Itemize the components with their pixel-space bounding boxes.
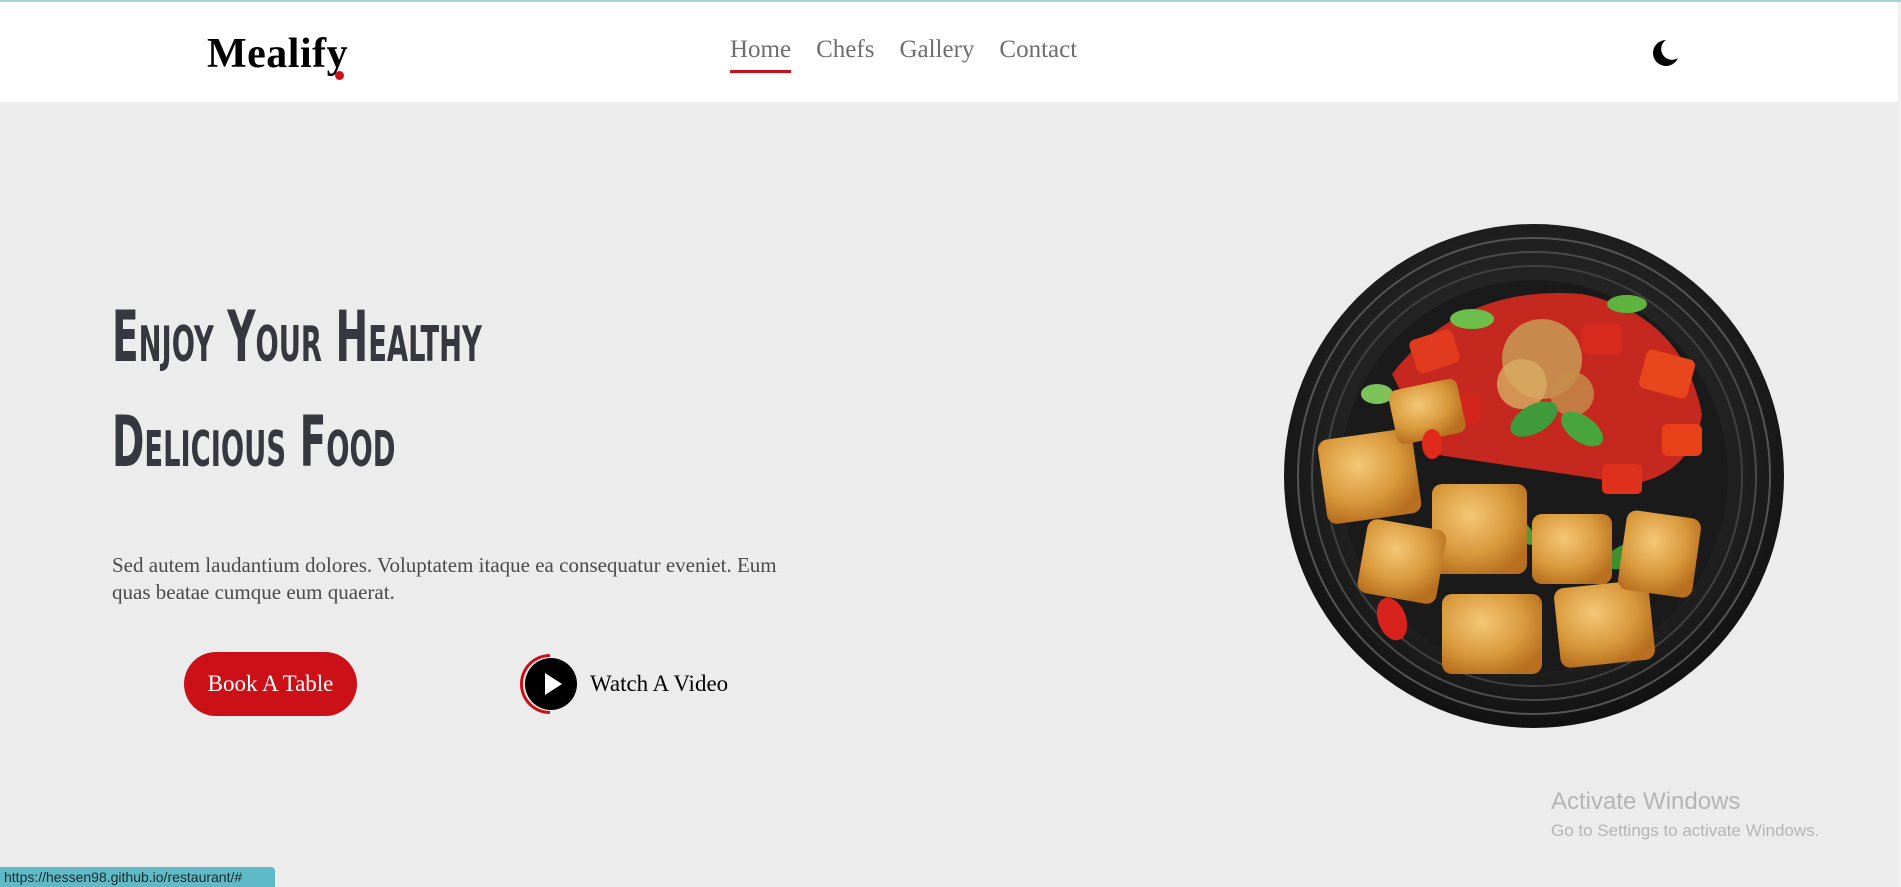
status-bar-url: https://hessen98.github.io/restaurant/# (0, 867, 275, 887)
nav-gallery[interactable]: Gallery (899, 36, 974, 70)
activate-title: Activate Windows (1551, 788, 1741, 815)
logo-dot (335, 71, 344, 80)
navbar: Mealify Home Chefs Gallery Contact (0, 2, 1901, 102)
nav-chefs[interactable]: Chefs (816, 36, 874, 70)
moon-icon (1653, 40, 1678, 66)
play-button-graphic (520, 653, 578, 715)
hero-title-line2: Delicious Food (112, 401, 396, 483)
nav-contact[interactable]: Contact (999, 36, 1077, 70)
windows-activation-watermark: Activate Windows Go to Settings to activ… (1551, 787, 1819, 843)
activate-subtitle: Go to Settings to activate Windows. (1551, 821, 1820, 840)
hero-title: Enjoy Your Healthy Delicious Food (112, 285, 707, 495)
food-plate-image (1284, 224, 1784, 728)
hero-title-line1: Enjoy Your Healthy (112, 296, 482, 378)
hero-description: Sed autem laudantium dolores. Voluptatem… (112, 553, 777, 604)
watch-video-label: Watch A Video (590, 671, 729, 696)
nav-home[interactable]: Home (730, 36, 792, 73)
watch-video-button[interactable]: Watch A Video (520, 653, 728, 715)
book-table-button[interactable]: Book A Table (184, 652, 357, 716)
theme-toggle-button[interactable] (1650, 38, 1680, 68)
logo[interactable]: Mealify (207, 30, 348, 78)
play-icon (520, 654, 577, 714)
main-nav: Home Chefs Gallery Contact (730, 36, 1077, 73)
